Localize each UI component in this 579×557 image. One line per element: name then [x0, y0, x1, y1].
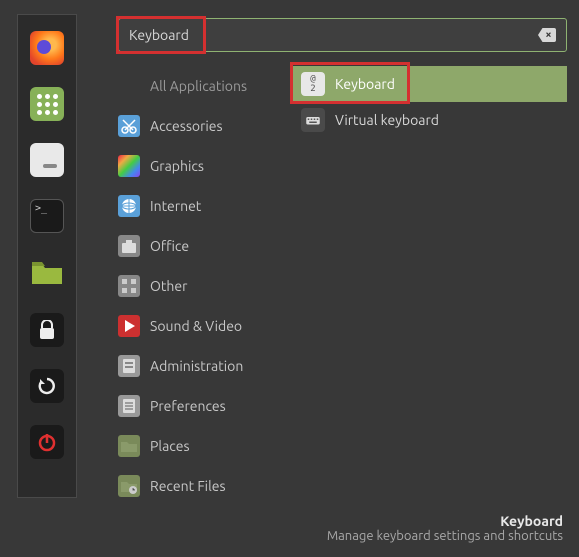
- category-accessories[interactable]: Accessories: [118, 106, 293, 146]
- category-label: Accessories: [150, 118, 223, 134]
- category-label: All Applications: [150, 78, 247, 94]
- category-preferences[interactable]: Preferences: [118, 386, 293, 426]
- keyboard-icon: @2: [301, 72, 325, 96]
- menu-main: All Applications Accessories Graphics In…: [118, 18, 567, 506]
- restart-icon[interactable]: [30, 369, 64, 403]
- grid-icon: [118, 275, 140, 297]
- category-internet[interactable]: Internet: [118, 186, 293, 226]
- category-sound-video[interactable]: Sound & Video: [118, 306, 293, 346]
- clear-search-icon[interactable]: [538, 28, 556, 42]
- result-label: Keyboard: [335, 76, 395, 92]
- play-icon: [118, 315, 140, 337]
- category-label: Recent Files: [150, 478, 226, 494]
- results-list: @2 Keyboard Virtual keyboard: [293, 66, 567, 506]
- category-all-applications[interactable]: All Applications: [118, 66, 293, 106]
- category-list: All Applications Accessories Graphics In…: [118, 66, 293, 506]
- terminal-icon[interactable]: [30, 199, 64, 233]
- lock-icon[interactable]: [30, 313, 64, 347]
- category-label: Internet: [150, 198, 201, 214]
- category-office[interactable]: Office: [118, 226, 293, 266]
- footer-subtitle: Manage keyboard settings and shortcuts: [327, 529, 563, 543]
- result-keyboard[interactable]: @2 Keyboard: [293, 66, 567, 102]
- sliders-icon: [118, 395, 140, 417]
- firefox-icon[interactable]: [30, 31, 64, 65]
- virtual-keyboard-icon: [301, 108, 325, 132]
- scissors-icon: [118, 115, 140, 137]
- folder-icon: [118, 435, 140, 457]
- category-label: Other: [150, 278, 187, 294]
- category-label: Office: [150, 238, 189, 254]
- footer-title: Keyboard: [327, 513, 563, 529]
- palette-icon: [118, 155, 140, 177]
- apps-menu-icon[interactable]: [30, 87, 64, 121]
- shield-icon: [118, 355, 140, 377]
- category-other[interactable]: Other: [118, 266, 293, 306]
- category-administration[interactable]: Administration: [118, 346, 293, 386]
- briefcase-icon: [118, 235, 140, 257]
- power-icon[interactable]: [30, 425, 64, 459]
- category-places[interactable]: Places: [118, 426, 293, 466]
- category-label: Graphics: [150, 158, 204, 174]
- category-label: Preferences: [150, 398, 226, 414]
- category-label: Places: [150, 438, 190, 454]
- category-label: Administration: [150, 358, 243, 374]
- search-input[interactable]: [129, 27, 538, 43]
- result-virtual-keyboard[interactable]: Virtual keyboard: [293, 102, 567, 138]
- category-recent-files[interactable]: Recent Files: [118, 466, 293, 506]
- globe-icon: [118, 195, 140, 217]
- blank-icon: [118, 75, 140, 97]
- result-label: Virtual keyboard: [335, 112, 439, 128]
- launcher-sidebar: [17, 14, 77, 498]
- search-field: [118, 18, 567, 52]
- category-graphics[interactable]: Graphics: [118, 146, 293, 186]
- footer-description: Keyboard Manage keyboard settings and sh…: [327, 513, 563, 543]
- settings-icon[interactable]: [30, 143, 64, 177]
- file-manager-icon[interactable]: [30, 255, 64, 289]
- folder-clock-icon: [118, 475, 140, 497]
- category-label: Sound & Video: [150, 318, 242, 334]
